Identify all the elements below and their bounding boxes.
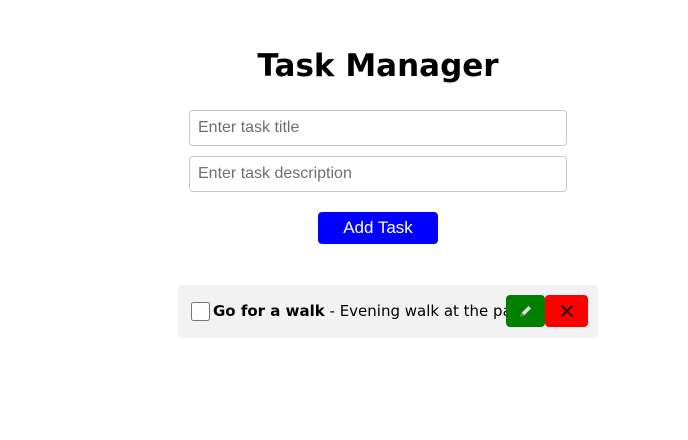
add-task-button[interactable]: Add Task [318,212,438,244]
task-list: Go for a walk - Evening walk at the park [178,285,598,338]
task-item: Go for a walk - Evening walk at the park [178,285,598,338]
task-description: Evening walk at the park [339,302,527,320]
close-icon [560,305,573,317]
task-manager-app: Task Manager Add Task Go for a walk - Ev… [0,0,688,440]
task-complete-checkbox[interactable] [191,302,210,321]
task-description-input[interactable] [189,156,567,192]
edit-task-button[interactable] [506,295,545,327]
task-text: Go for a walk - Evening walk at the park [213,285,527,338]
task-separator: - [324,302,340,320]
task-title: Go for a walk [213,302,325,320]
page-title: Task Manager [257,48,499,84]
pencil-icon [519,305,531,317]
delete-task-button[interactable] [545,295,588,327]
task-title-input[interactable] [189,110,567,146]
